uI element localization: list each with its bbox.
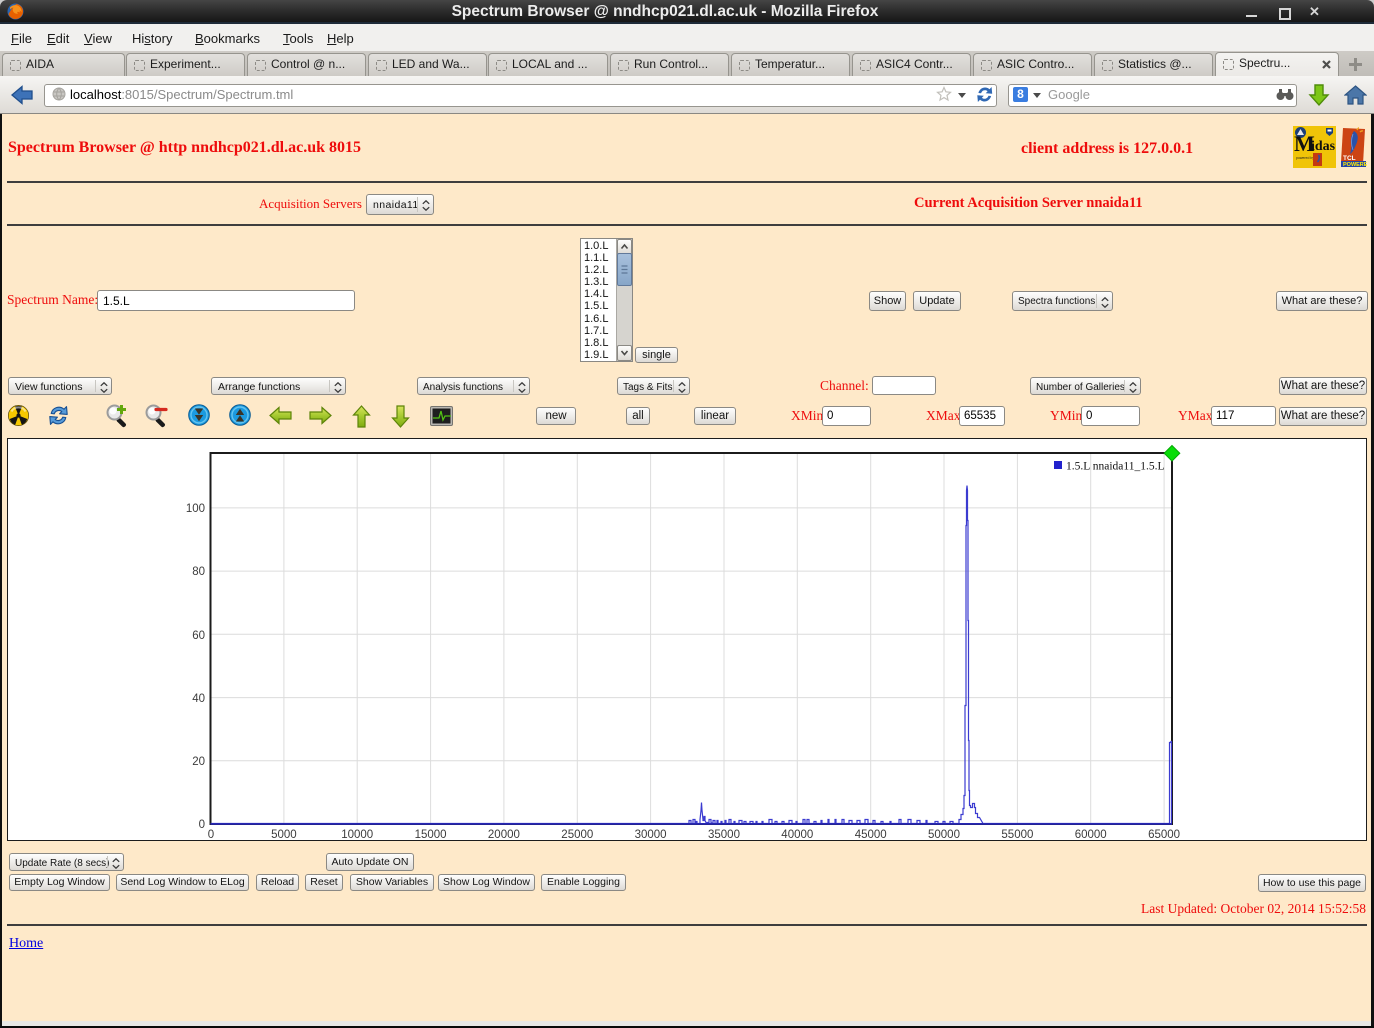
svg-text:55000: 55000 [1001, 829, 1033, 840]
svg-text:20: 20 [192, 756, 205, 768]
svg-text:0: 0 [199, 819, 205, 831]
svg-text:50000: 50000 [928, 829, 960, 840]
svg-text:30000: 30000 [635, 829, 667, 840]
svg-text:40000: 40000 [781, 829, 813, 840]
svg-text:powered by: powered by [1296, 156, 1314, 160]
svg-text:60: 60 [192, 630, 205, 642]
svg-text:35000: 35000 [708, 829, 740, 840]
svg-text:25000: 25000 [561, 829, 593, 840]
svg-text:1.5.L nnaida11_1.5.L: 1.5.L nnaida11_1.5.L [1066, 461, 1164, 473]
svg-text:100: 100 [186, 503, 205, 515]
svg-text:60000: 60000 [1075, 829, 1107, 840]
svg-text:15000: 15000 [415, 829, 447, 840]
svg-text:POWERED: POWERED [1343, 162, 1367, 168]
svg-text:65000: 65000 [1148, 829, 1180, 840]
svg-text:40: 40 [192, 693, 205, 705]
svg-text:5000: 5000 [271, 829, 297, 840]
svg-text:10000: 10000 [341, 829, 373, 840]
svg-text:20000: 20000 [488, 829, 520, 840]
svg-text:idas: idas [1311, 139, 1336, 154]
svg-text:TCL: TCL [1343, 155, 1356, 162]
svg-text:0: 0 [208, 829, 214, 840]
svg-text:45000: 45000 [855, 829, 887, 840]
svg-text:80: 80 [192, 566, 205, 578]
